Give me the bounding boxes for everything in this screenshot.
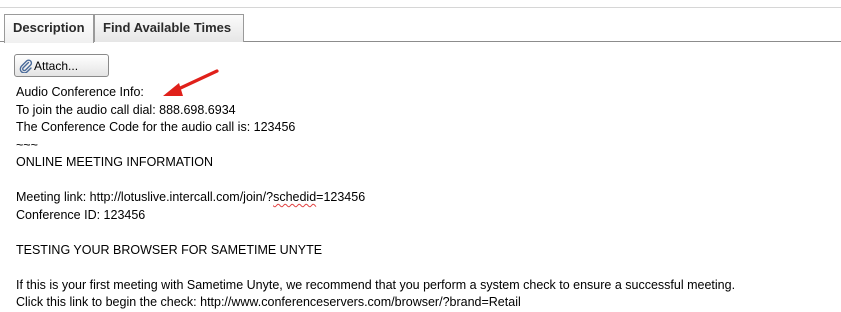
tab-find-available-times[interactable]: Find Available Times: [94, 14, 244, 42]
conference-id: Conference ID: 123456: [16, 207, 146, 222]
testing-browser-heading: TESTING YOUR BROWSER FOR SAMETIME UNYTE: [16, 242, 323, 257]
meeting-link[interactable]: Meeting link: http://lotuslive.intercall…: [16, 189, 841, 207]
tab-description[interactable]: Description: [4, 14, 94, 43]
attach-button-label: Attach...: [34, 59, 79, 73]
meeting-link-suffix: =123456: [316, 190, 366, 204]
conference-code: The Conference Code for the audio call i…: [16, 120, 296, 134]
misspelled-word: schedid: [273, 190, 317, 204]
check-link-text[interactable]: Click this link to begin the check: http…: [16, 294, 841, 312]
meeting-link-prefix: Meeting link: http://lotuslive.intercall…: [16, 190, 274, 204]
audio-info-heading: Audio Conference Info:: [16, 85, 144, 99]
attach-button[interactable]: Attach...: [14, 54, 109, 77]
online-meeting-heading: ONLINE MEETING INFORMATION: [16, 155, 213, 169]
first-meeting-text: If this is your first meeting with Samet…: [16, 277, 736, 292]
description-body[interactable]: Audio Conference Info: To join the audio…: [16, 84, 841, 312]
separator-tildes: ~~~: [16, 137, 38, 152]
tab-bar: Description Find Available Times: [0, 12, 841, 43]
paperclip-icon: [19, 59, 33, 74]
dial-in-number: To join the audio call dial: 888.698.693…: [16, 102, 236, 117]
window-top-edge: [0, 0, 841, 8]
